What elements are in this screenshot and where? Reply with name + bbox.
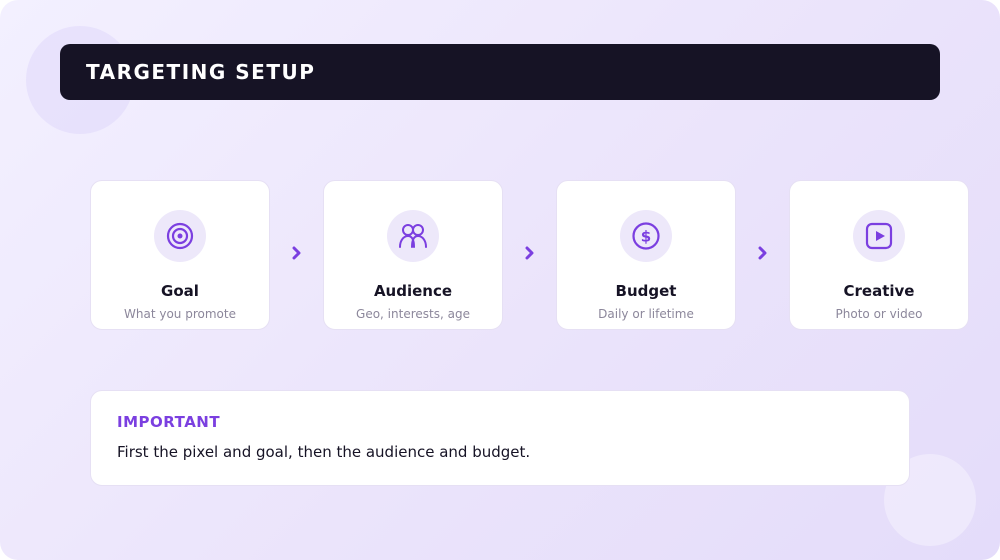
target-icon [154, 210, 206, 262]
chevron-right-icon [756, 243, 770, 263]
slide-frame: TARGETING SETUP Goal What you promote Au… [0, 0, 1000, 560]
play-icon [853, 210, 905, 262]
step-title: Budget [615, 282, 677, 300]
svg-text:$: $ [641, 228, 651, 246]
step-title: Audience [373, 282, 453, 300]
step-subtitle: Photo or video [835, 307, 923, 321]
step-card-goal: Goal What you promote [90, 180, 270, 330]
chevron-right-icon [523, 243, 537, 263]
users-icon [387, 210, 439, 262]
note-label: IMPORTANT [117, 413, 221, 431]
step-subtitle: Daily or lifetime [598, 307, 694, 321]
step-card-budget: $ Budget Daily or lifetime [556, 180, 736, 330]
step-card-creative: Creative Photo or video [789, 180, 969, 330]
important-note: IMPORTANT First the pixel and goal, then… [90, 390, 910, 486]
step-title: Goal [161, 282, 199, 300]
header-bar: TARGETING SETUP [60, 44, 940, 100]
step-subtitle: Geo, interests, age [356, 307, 470, 321]
step-card-audience: Audience Geo, interests, age [323, 180, 503, 330]
step-title: Creative [843, 282, 915, 300]
step-subtitle: What you promote [124, 307, 236, 321]
note-text: First the pixel and goal, then the audie… [117, 443, 531, 461]
page-title: TARGETING SETUP [86, 60, 316, 84]
chevron-right-icon [290, 243, 304, 263]
dollar-icon: $ [620, 210, 672, 262]
